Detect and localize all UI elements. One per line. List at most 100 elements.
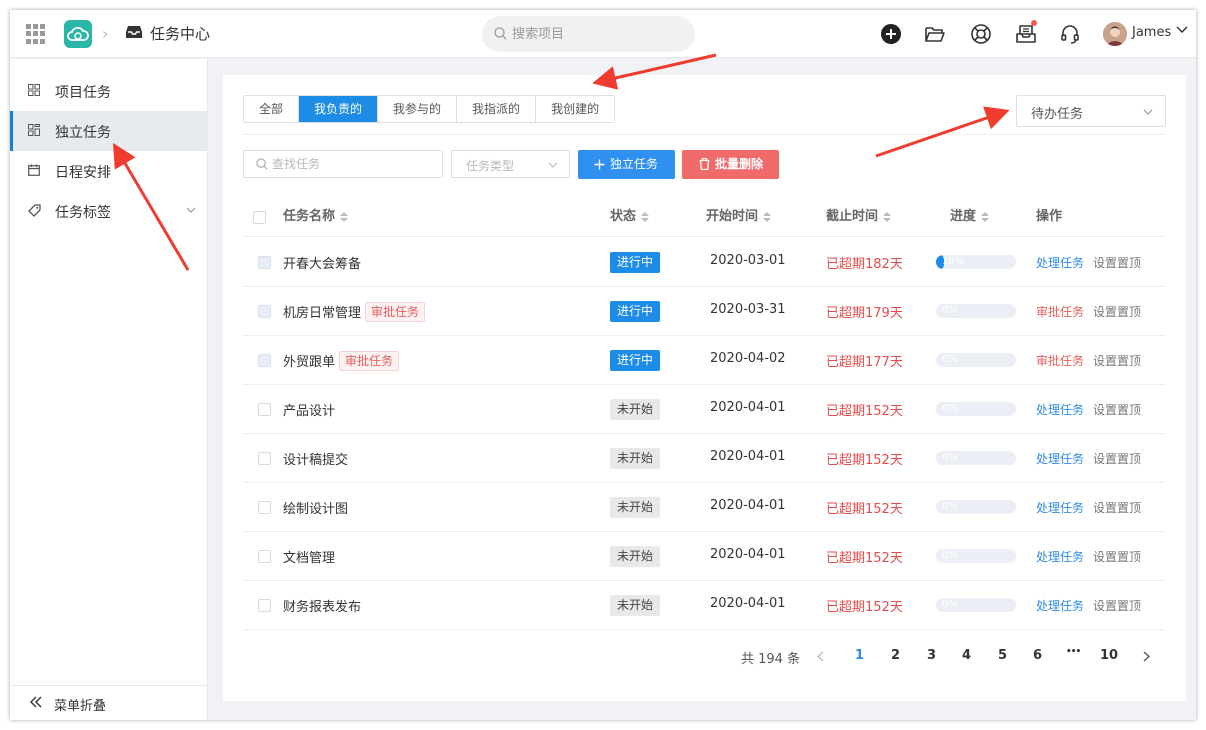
page-3[interactable]: 3	[927, 648, 936, 663]
tab-responsible[interactable]: 我负责的	[299, 96, 379, 122]
task-name[interactable]: 机房日常管理 审批任务	[283, 302, 426, 322]
process-task-link[interactable]: 处理任务	[1036, 499, 1084, 516]
approve-task-link[interactable]: 审批任务	[1036, 303, 1084, 320]
chevron-down-icon	[186, 207, 196, 213]
page-4[interactable]: 4	[962, 648, 971, 663]
pin-top-link[interactable]: 设置置顶	[1093, 254, 1141, 271]
process-task-link[interactable]: 处理任务	[1036, 450, 1084, 467]
page-10[interactable]: 10	[1100, 648, 1118, 663]
row-checkbox[interactable]	[258, 452, 271, 465]
pagination-total: 共 194 条	[741, 652, 801, 667]
collapse-menu-button[interactable]: 菜单折叠	[10, 685, 208, 720]
batch-delete-button[interactable]: 批量删除	[682, 150, 779, 179]
column-header-start[interactable]: 开始时间	[706, 205, 772, 224]
pin-top-link[interactable]: 设置置顶	[1093, 401, 1141, 418]
tab-participating[interactable]: 我参与的	[378, 96, 458, 122]
select-all-checkbox[interactable]	[253, 211, 266, 224]
sidebar-item-independent-tasks[interactable]: 独立任务	[10, 111, 208, 151]
page-6[interactable]: 6	[1033, 648, 1042, 663]
task-filter-select[interactable]: 待办任务	[1016, 95, 1166, 127]
app-grid-icon[interactable]	[26, 24, 46, 44]
pin-top-link[interactable]: 设置置顶	[1093, 597, 1141, 614]
pin-top-link[interactable]: 设置置顶	[1093, 548, 1141, 565]
row-checkbox[interactable]	[258, 256, 271, 269]
row-checkbox[interactable]	[258, 550, 271, 563]
task-name[interactable]: 产品设计	[283, 400, 335, 419]
sort-icon[interactable]	[763, 211, 772, 223]
task-type-select[interactable]: 任务类型	[451, 150, 570, 178]
row-checkbox[interactable]	[258, 403, 271, 416]
chevron-down-icon[interactable]	[1176, 26, 1188, 34]
sort-icon[interactable]	[340, 211, 349, 223]
column-header-status[interactable]: 状态	[610, 205, 650, 224]
task-name[interactable]: 设计稿提交	[283, 449, 348, 468]
task-name[interactable]: 文档管理	[283, 547, 335, 566]
page-1[interactable]: 1	[855, 648, 864, 663]
pin-top-link[interactable]: 设置置顶	[1093, 450, 1141, 467]
sidebar-item-label: 任务标签	[55, 205, 111, 221]
page-ellipsis[interactable]: •••	[1066, 647, 1081, 657]
page-2[interactable]: 2	[891, 648, 900, 663]
sidebar-item-task-tags[interactable]: 任务标签	[10, 191, 208, 231]
project-search[interactable]	[482, 16, 695, 52]
task-list-card: 全部 我负责的 我参与的 我指派的 我创建的 待办任务 任务类型 独立任务 批量…	[223, 75, 1186, 701]
column-header-deadline[interactable]: 截止时间	[826, 205, 892, 224]
approve-task-link[interactable]: 审批任务	[1036, 352, 1084, 369]
deadline-status: 已超期152天	[826, 404, 903, 419]
pin-top-link[interactable]: 设置置顶	[1093, 303, 1141, 320]
tab-created[interactable]: 我创建的	[536, 96, 615, 122]
progress-bar: 10%	[936, 255, 1016, 269]
sort-icon[interactable]	[641, 211, 650, 223]
process-task-link[interactable]: 处理任务	[1036, 597, 1084, 614]
add-independent-task-button[interactable]: 独立任务	[578, 150, 675, 179]
task-name[interactable]: 外贸跟单 审批任务	[283, 351, 400, 371]
pin-top-link[interactable]: 设置置顶	[1093, 352, 1141, 369]
row-checkbox[interactable]	[258, 354, 271, 367]
row-checkbox[interactable]	[258, 305, 271, 318]
process-task-link[interactable]: 处理任务	[1036, 254, 1084, 271]
project-search-input[interactable]	[512, 24, 682, 44]
sort-icon[interactable]	[883, 211, 892, 223]
task-search[interactable]	[243, 150, 443, 178]
progress-text: 0%	[942, 452, 958, 463]
user-avatar[interactable]	[1103, 22, 1127, 46]
progress-bar: 0%	[936, 598, 1016, 612]
plus-icon	[594, 159, 605, 170]
app-window: › 任务中心 James 项目任务 独立任务 日程安排	[10, 10, 1196, 720]
approval-tag: 审批任务	[365, 302, 426, 322]
chevron-left-icon[interactable]	[817, 651, 824, 662]
add-circle-icon[interactable]	[880, 23, 902, 45]
delete-button-label: 批量删除	[715, 157, 764, 171]
pin-top-link[interactable]: 设置置顶	[1093, 499, 1141, 516]
sidebar-item-project-tasks[interactable]: 项目任务	[10, 71, 208, 111]
page-5[interactable]: 5	[998, 648, 1007, 663]
row-checkbox[interactable]	[258, 501, 271, 514]
help-lifebuoy-icon[interactable]	[970, 23, 992, 45]
task-name[interactable]: 财务报表发布	[283, 596, 361, 615]
chevron-right-icon: ›	[102, 24, 109, 43]
sort-icon[interactable]	[981, 211, 990, 223]
task-search-input[interactable]	[272, 155, 432, 173]
table-row: 财务报表发布 未开始 2020-04-01 已超期152天 0% 处理任务 设置…	[243, 581, 1165, 630]
row-checkbox[interactable]	[258, 599, 271, 612]
task-name[interactable]: 开春大会筹备	[283, 253, 361, 272]
column-header-progress[interactable]: 进度	[950, 205, 990, 224]
table-row: 开春大会筹备 进行中 2020-03-01 已超期182天 10% 处理任务 设…	[243, 238, 1165, 287]
start-date: 2020-04-01	[710, 596, 786, 611]
user-name[interactable]: James	[1132, 25, 1171, 40]
progress-text: 10%	[942, 256, 965, 267]
sidebar-item-schedule[interactable]: 日程安排	[10, 151, 208, 191]
tab-all[interactable]: 全部	[244, 96, 300, 122]
filter-tabs: 全部 我负责的 我参与的 我指派的 我创建的	[243, 95, 616, 123]
folder-open-icon[interactable]	[924, 23, 946, 45]
task-name[interactable]: 绘制设计图	[283, 498, 348, 517]
process-task-link[interactable]: 处理任务	[1036, 401, 1084, 418]
headset-icon[interactable]	[1059, 23, 1081, 45]
cloud-logo-icon[interactable]	[64, 20, 92, 48]
column-header-name[interactable]: 任务名称	[283, 205, 349, 224]
approval-tag: 审批任务	[339, 351, 400, 371]
message-tray-icon[interactable]	[1015, 23, 1037, 45]
chevron-right-icon[interactable]	[1143, 651, 1150, 662]
tab-assigned[interactable]: 我指派的	[457, 96, 537, 122]
process-task-link[interactable]: 处理任务	[1036, 548, 1084, 565]
